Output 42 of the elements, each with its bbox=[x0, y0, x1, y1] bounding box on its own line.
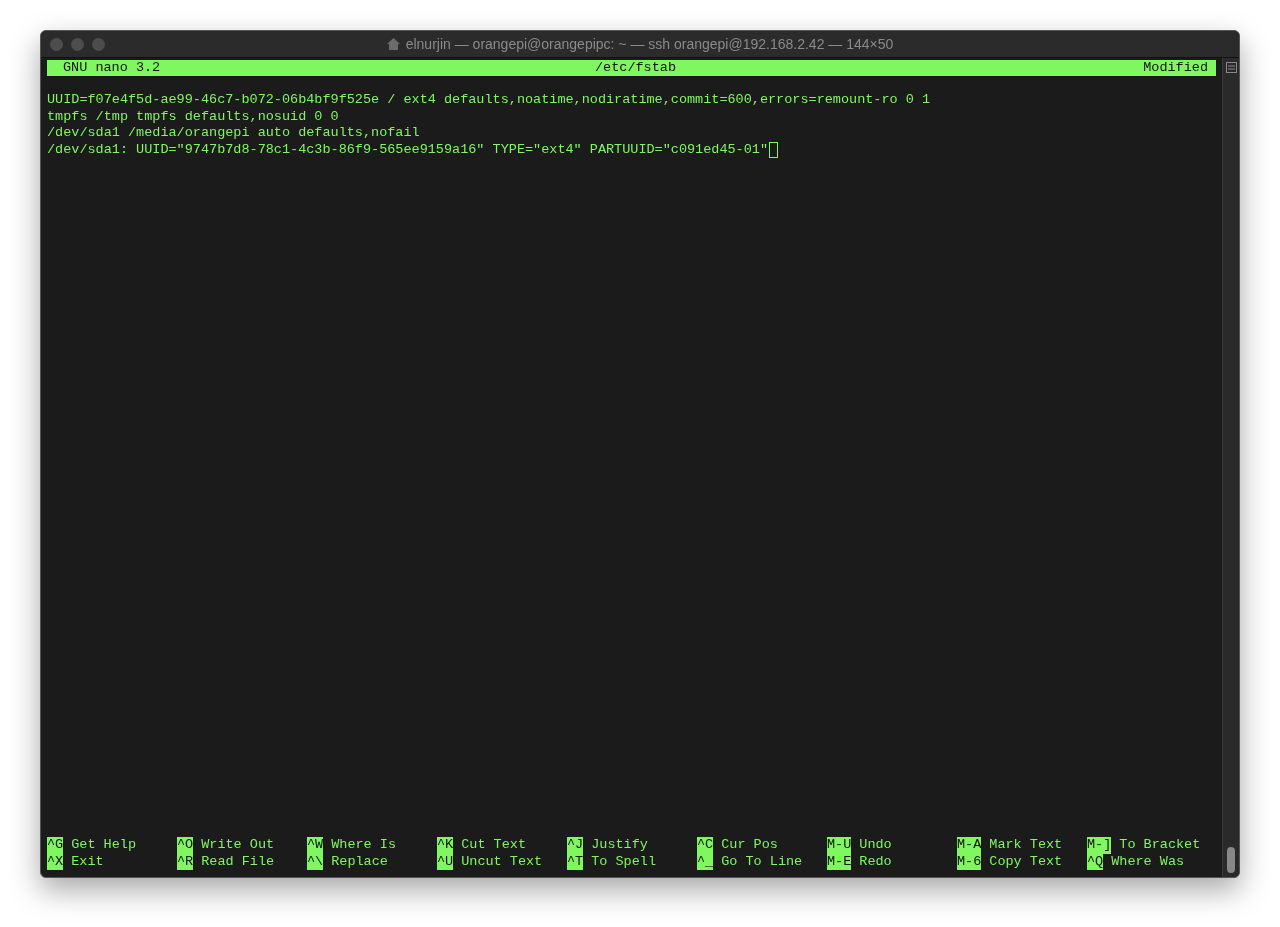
shortcut-label: Justify bbox=[591, 837, 648, 854]
minimize-button[interactable] bbox=[71, 37, 84, 51]
shortcut-label: Get Help bbox=[71, 837, 136, 854]
shortcut-label: Where Is bbox=[331, 837, 396, 854]
text-cursor bbox=[769, 141, 779, 158]
scrollbar-thumb[interactable] bbox=[1227, 847, 1235, 873]
shortcut-key: ^J bbox=[567, 837, 584, 854]
modified-status: Modified bbox=[1143, 60, 1208, 77]
close-button[interactable] bbox=[50, 37, 63, 51]
shortcut-key: ^O bbox=[177, 837, 194, 854]
shortcut-label: Cur Pos bbox=[721, 837, 778, 854]
shortcut-label: To Spell bbox=[591, 853, 656, 870]
home-icon bbox=[386, 38, 400, 50]
shortcut-label: Replace bbox=[331, 853, 388, 870]
file-line: tmpfs /tmp tmpfs defaults,nosuid 0 0 bbox=[47, 108, 339, 125]
shortcut-label: Mark Text bbox=[989, 837, 1063, 854]
file-line: /dev/sda1 /media/orangepi auto defaults,nofail bbox=[47, 125, 420, 142]
zoom-button[interactable] bbox=[92, 37, 105, 51]
shortcut-label: Where Was bbox=[1111, 853, 1185, 870]
shortcut-label: Exit bbox=[71, 853, 104, 870]
shortcut-label: Copy Text bbox=[989, 853, 1063, 870]
editor-version: GNU nano 3.2 bbox=[63, 60, 161, 77]
shortcut-key: M-] bbox=[1087, 837, 1112, 854]
shortcut-key: M-A bbox=[957, 837, 982, 854]
shortcut-key: ^K bbox=[437, 837, 454, 854]
shortcut-label: Read File bbox=[201, 853, 275, 870]
shortcut-label: Write Out bbox=[201, 837, 275, 854]
shortcut-label: Undo bbox=[859, 837, 892, 854]
shortcut-key: ^W bbox=[307, 837, 324, 854]
shortcut-label: Cut Text bbox=[461, 837, 526, 854]
shortcut-label: To Bracket bbox=[1119, 837, 1201, 854]
file-name: /etc/fstab bbox=[595, 60, 676, 77]
shortcut-label: Redo bbox=[859, 853, 892, 870]
window-title: elnurjin — orangepi@orangepipc: ~ — ssh orangepi@192.168.2.42 — 144×50 bbox=[405, 36, 894, 52]
shortcut-key: ^C bbox=[697, 837, 714, 854]
shortcut-label: Uncut Text bbox=[461, 853, 543, 870]
file-line: /dev/sda1: UUID="9747b7d8-78c1-4c3b-86f9-565ee9159a16" TYPE="ext4" PARTUUID="c091ed45-01" bbox=[47, 141, 769, 158]
file-line: UUID=f07e4f5d-ae99-46c7-b072-06b4bf9f525e / ext4 defaults,noatime,nodiratime,commit=600,errors=remount-ro 0 1 bbox=[47, 92, 931, 109]
shortcut-label: Go To Line bbox=[721, 853, 803, 870]
shortcut-key: ^G bbox=[47, 837, 64, 854]
lines-icon bbox=[1225, 62, 1237, 73]
shortcut-key: M-U bbox=[827, 837, 852, 854]
